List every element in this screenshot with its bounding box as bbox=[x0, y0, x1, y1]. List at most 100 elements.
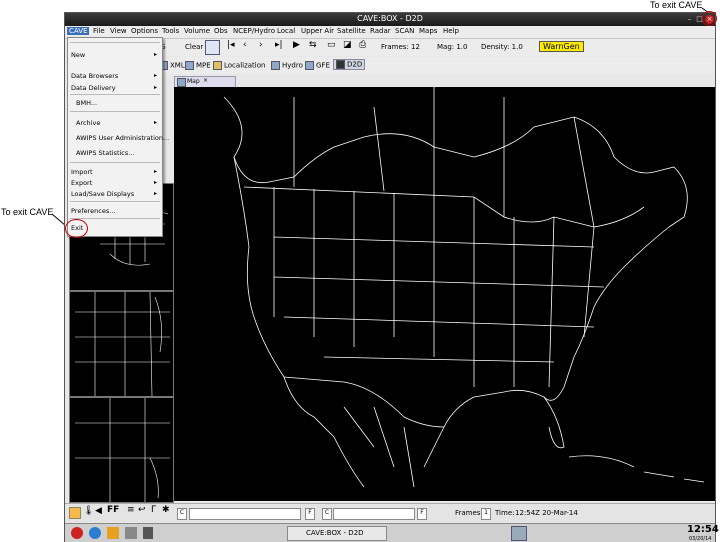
submenu-arrow-icon: ▸ bbox=[153, 179, 157, 186]
field-c1[interactable]: C bbox=[177, 508, 187, 520]
clock-time: 12:54 bbox=[687, 524, 719, 535]
side-pane-3[interactable] bbox=[69, 397, 174, 503]
ff-icon[interactable]: FF bbox=[107, 505, 119, 515]
menu-separator bbox=[70, 201, 160, 202]
input-1[interactable] bbox=[189, 508, 301, 520]
redhat-icon[interactable] bbox=[71, 527, 83, 539]
perspective-d2d[interactable]: D2D bbox=[333, 59, 366, 70]
perspective-toolbar: XML MPE Localization Hydro GFE D2D bbox=[155, 57, 715, 74]
menu-item-export[interactable]: Export ▸ bbox=[71, 179, 159, 187]
menu-item-export-label: Export bbox=[71, 179, 93, 187]
menu-item-awips-user-admin[interactable]: AWIPS User Administration... bbox=[76, 134, 169, 142]
field-c2[interactable]: C bbox=[322, 508, 332, 520]
mag-dropdown[interactable]: Mag: 1.0 bbox=[437, 43, 468, 51]
caribbean bbox=[568, 455, 705, 483]
taskbar: CAVE:BOX - D2D 12:54 03/20/14 bbox=[65, 523, 719, 542]
workspace-icon[interactable] bbox=[511, 526, 527, 541]
warngen-button[interactable]: WarnGen bbox=[539, 41, 584, 52]
menu-item-import-label: Import bbox=[71, 168, 93, 176]
taskbar-window-button[interactable]: CAVE:BOX - D2D bbox=[287, 526, 387, 541]
menu-file[interactable]: File bbox=[93, 27, 105, 35]
mpe-icon bbox=[185, 61, 194, 70]
main-map-pane[interactable] bbox=[174, 87, 715, 501]
menu-upper-air[interactable]: Upper Air bbox=[301, 27, 334, 35]
menu-satellite[interactable]: Satellite bbox=[337, 27, 366, 35]
submenu-arrow-icon: ▸ bbox=[153, 72, 157, 79]
submenu-arrow-icon: ▸ bbox=[153, 84, 157, 91]
density-dropdown[interactable]: Density: 1.0 bbox=[481, 43, 523, 51]
side-pane-2-map bbox=[75, 291, 170, 397]
zoom-extent-icon[interactable] bbox=[205, 40, 220, 55]
scale-icon[interactable]: ◪ bbox=[343, 40, 352, 50]
swap-icon[interactable]: ⇆ bbox=[309, 40, 317, 50]
launcher-icon[interactable] bbox=[107, 527, 119, 539]
menu-options[interactable]: Options bbox=[131, 27, 158, 35]
submenu-arrow-icon: ▸ bbox=[153, 51, 157, 58]
menu-item-data-browsers[interactable]: Data Browsers ▸ bbox=[71, 72, 159, 80]
mexico-lines bbox=[343, 406, 415, 488]
perspective-mpe-label: MPE bbox=[196, 61, 211, 70]
menu-volume[interactable]: Volume bbox=[184, 27, 210, 35]
perspective-hydro[interactable]: Hydro bbox=[271, 61, 303, 70]
first-frame-icon[interactable]: |◂ bbox=[227, 40, 235, 50]
menu-item-new[interactable]: New ▸ bbox=[71, 51, 159, 59]
last-frame-icon[interactable]: ▸| bbox=[275, 40, 283, 50]
menu-item-load-save-displays[interactable]: Load/Save Displays ▸ bbox=[71, 190, 159, 198]
menu-ncep-hydro[interactable]: NCEP/Hydro bbox=[233, 27, 275, 35]
perspective-gfe-label: GFE bbox=[316, 61, 330, 70]
us-mexico-border bbox=[283, 376, 445, 428]
coastline-west bbox=[233, 156, 365, 488]
taskbar-window-label: CAVE:BOX - D2D bbox=[306, 529, 364, 537]
menu-view[interactable]: View bbox=[110, 27, 127, 35]
menu-item-data-delivery[interactable]: Data Delivery ▸ bbox=[71, 84, 159, 92]
prev-frame-icon[interactable]: ‹ bbox=[243, 40, 247, 50]
menu-item-archive[interactable]: Archive ▸ bbox=[76, 119, 159, 127]
loop-icon[interactable]: ▶ bbox=[293, 40, 300, 50]
menu-maps[interactable]: Maps bbox=[419, 27, 437, 35]
folder-icon bbox=[213, 61, 222, 70]
menu-item-data-browsers-label: Data Browsers bbox=[71, 72, 119, 80]
input-2[interactable] bbox=[333, 508, 415, 520]
menu-cave[interactable]: CAVE bbox=[67, 27, 90, 35]
volume-icon[interactable]: ◀ bbox=[95, 506, 102, 516]
hydro-icon bbox=[271, 61, 280, 70]
thermometer-icon[interactable]: 🌡 bbox=[83, 506, 94, 516]
submenu-arrow-icon: ▸ bbox=[153, 119, 157, 126]
field-f2[interactable]: F bbox=[417, 508, 427, 520]
status-icon-1[interactable] bbox=[69, 507, 81, 519]
menu-item-import[interactable]: Import ▸ bbox=[71, 168, 159, 176]
canada-province-lines bbox=[293, 87, 595, 228]
menu-separator bbox=[70, 111, 160, 112]
clear-button[interactable]: Clear bbox=[185, 43, 203, 51]
menu-radar[interactable]: Radar bbox=[370, 27, 391, 35]
close-highlight-circle bbox=[702, 11, 717, 26]
asterisk-icon[interactable]: ✱ bbox=[162, 505, 170, 515]
print-icon[interactable]: ⎙ bbox=[359, 40, 366, 50]
menu-local[interactable]: Local bbox=[277, 27, 295, 35]
side-pane-2[interactable] bbox=[69, 291, 174, 397]
menu-item-preferences[interactable]: Preferences... bbox=[71, 207, 115, 215]
frames-dropdown[interactable]: Frames: 12 bbox=[381, 43, 420, 51]
tab-close-icon[interactable]: × bbox=[203, 77, 208, 84]
next-frame-icon[interactable]: › bbox=[259, 40, 263, 50]
perspective-localization[interactable]: Localization bbox=[213, 61, 265, 70]
menu-scan[interactable]: SCAN bbox=[395, 27, 414, 35]
menu-help[interactable]: Help bbox=[443, 27, 459, 35]
perspective-mpe[interactable]: MPE bbox=[185, 61, 211, 70]
app-icon[interactable] bbox=[125, 527, 137, 539]
browser-icon[interactable] bbox=[89, 527, 101, 539]
hook-icon[interactable]: ↩ bbox=[138, 505, 146, 515]
minimize-icon[interactable]: – bbox=[685, 15, 694, 24]
gamma-icon[interactable]: Γ bbox=[151, 505, 156, 515]
menu-tools[interactable]: Tools bbox=[162, 27, 179, 35]
status-bar: 🌡 ◀ FF ≡ ↩ Γ ✱ C F C F Frames: 1 Time: 1… bbox=[65, 503, 715, 522]
menu-obs[interactable]: Obs bbox=[214, 27, 228, 35]
menu-item-bmh[interactable]: BMH... bbox=[76, 99, 97, 107]
equals-icon[interactable]: ≡ bbox=[127, 505, 135, 515]
menu-item-awips-statistics[interactable]: AWIPS Statistics... bbox=[76, 149, 134, 157]
image-icon[interactable]: ▭ bbox=[327, 40, 336, 50]
app-icon-2[interactable] bbox=[143, 527, 153, 539]
perspective-gfe[interactable]: GFE bbox=[305, 61, 330, 70]
field-f1[interactable]: F bbox=[305, 508, 315, 520]
perspective-localization-label: Localization bbox=[224, 61, 266, 70]
